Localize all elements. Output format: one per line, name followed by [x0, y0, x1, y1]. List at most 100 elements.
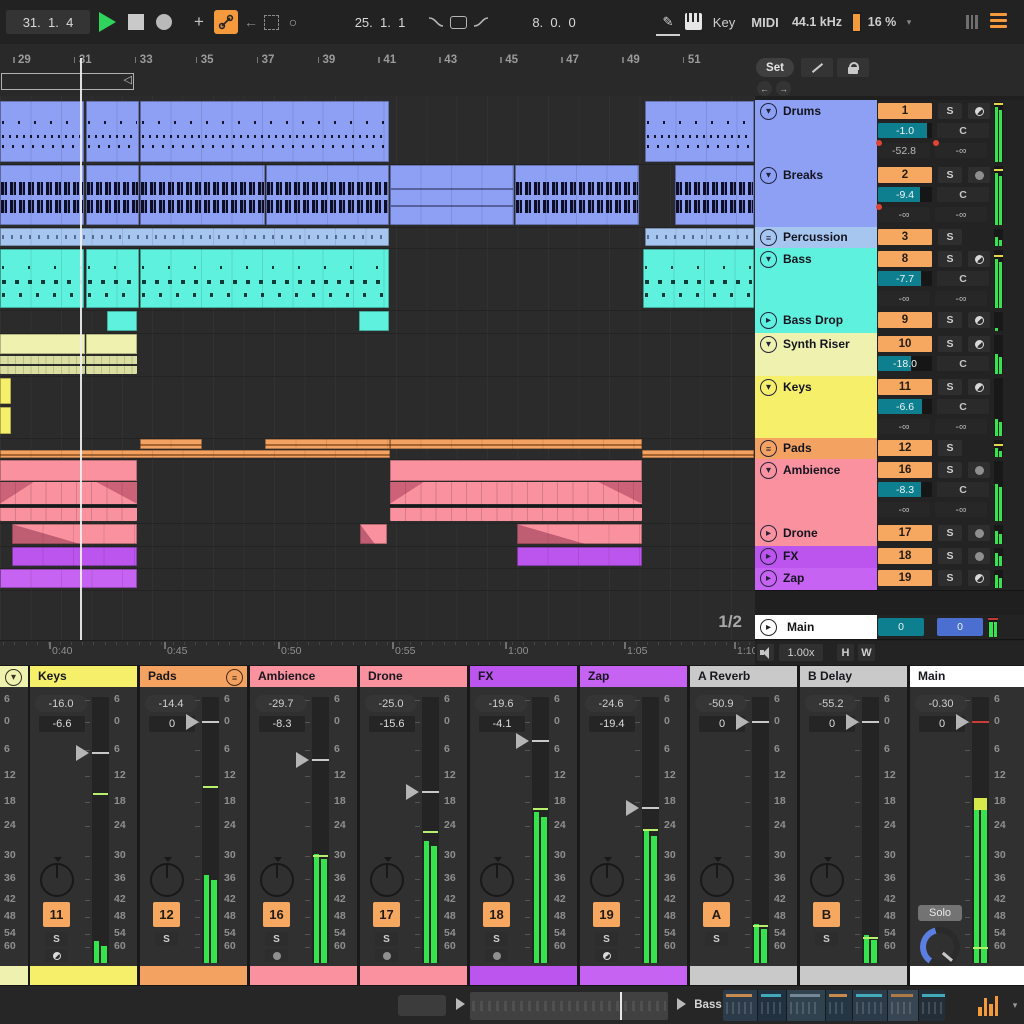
peak-level-display[interactable]: -55.2: [805, 695, 857, 712]
volume-value-box[interactable]: -4.1: [479, 716, 525, 732]
volume-value-box[interactable]: -15.6: [369, 716, 415, 732]
track-number-badge[interactable]: 9: [878, 312, 932, 328]
mixer-tab-ambience[interactable]: Ambience: [250, 666, 357, 687]
clip-drums[interactable]: [140, 101, 389, 162]
mixer-tab-b-delay[interactable]: B Delay: [800, 666, 907, 687]
volume-slider[interactable]: -9.4: [878, 187, 932, 202]
fader-handle[interactable]: [296, 752, 309, 768]
zoom-width-button[interactable]: W: [858, 644, 875, 661]
volume-slider[interactable]: -1.0: [878, 123, 932, 138]
solo-button-disabled[interactable]: Solo: [918, 905, 962, 921]
unfold-icon[interactable]: ▾: [760, 379, 777, 396]
track-name-cell[interactable]: ▾Synth Riser: [755, 333, 877, 376]
device-chain-thumbnail[interactable]: [723, 990, 945, 1021]
arm-button[interactable]: [968, 251, 990, 267]
track-number-badge[interactable]: 11: [43, 902, 70, 927]
send-a-dial[interactable]: -∞: [878, 291, 930, 306]
arm-button[interactable]: [45, 949, 68, 962]
track-name-cell[interactable]: ≡Pads: [755, 438, 877, 459]
fader-handle[interactable]: [626, 800, 639, 816]
unfold-icon[interactable]: ▾: [760, 336, 777, 353]
fader-slot[interactable]: [422, 697, 439, 963]
arm-button[interactable]: [375, 949, 398, 962]
clip-fx[interactable]: [12, 547, 137, 566]
track-name-cell[interactable]: ▸Zap: [755, 568, 877, 590]
peak-level-display[interactable]: -19.6: [475, 695, 527, 712]
fold-icon[interactable]: ▸: [760, 525, 777, 542]
solo-button[interactable]: S: [938, 379, 962, 395]
track-name-cell[interactable]: ▸Bass Drop: [755, 310, 877, 333]
arm-button[interactable]: [968, 570, 990, 586]
solo-button[interactable]: S: [705, 932, 728, 946]
peak-level-display[interactable]: -50.9: [695, 695, 747, 712]
clip-breaks[interactable]: [266, 165, 389, 225]
arm-button[interactable]: [968, 379, 990, 395]
solo-button[interactable]: S: [815, 932, 838, 946]
fader-slot[interactable]: [92, 697, 109, 963]
track-number-badge[interactable]: 18: [483, 902, 510, 927]
solo-button[interactable]: S: [938, 251, 962, 267]
send-b-dial[interactable]: -∞: [935, 502, 987, 517]
pan-dial[interactable]: C: [937, 356, 989, 371]
send-a-dial[interactable]: -∞: [878, 207, 930, 222]
pan-knob[interactable]: [260, 863, 294, 897]
arm-button[interactable]: [595, 949, 618, 962]
solo-button[interactable]: S: [595, 932, 618, 946]
clip-drums[interactable]: [0, 101, 84, 162]
clip-ambience[interactable]: [390, 460, 642, 521]
solo-button[interactable]: S: [938, 440, 962, 456]
clip-synth-riser[interactable]: [0, 334, 85, 374]
clip-drone[interactable]: [360, 524, 387, 544]
clip-zap[interactable]: [0, 569, 137, 588]
volume-value-box[interactable]: -19.4: [589, 716, 635, 732]
clip-preview-thumbnail[interactable]: [470, 992, 668, 1020]
track-name-cell[interactable]: ▾Ambience: [755, 459, 877, 523]
solo-button[interactable]: S: [938, 548, 962, 564]
send-a-dial[interactable]: -∞: [878, 502, 930, 517]
pan-dial[interactable]: C: [937, 399, 989, 414]
track-number-badge[interactable]: 12: [878, 440, 932, 456]
clip-drone[interactable]: [12, 524, 137, 544]
track-number-badge[interactable]: A: [703, 902, 730, 927]
send-b-dial[interactable]: -∞: [935, 143, 987, 158]
solo-button[interactable]: S: [938, 229, 962, 245]
solo-button[interactable]: S: [938, 336, 962, 352]
clip-fx[interactable]: [517, 547, 642, 566]
send-b-dial[interactable]: -∞: [935, 291, 987, 306]
clip-keys[interactable]: [0, 407, 11, 434]
track-number-badge[interactable]: 17: [373, 902, 400, 927]
pan-dial[interactable]: C: [937, 187, 989, 202]
arm-button[interactable]: [265, 949, 288, 962]
fold-icon[interactable]: ▸: [760, 548, 777, 565]
clip-pads[interactable]: [642, 450, 754, 458]
clip-bass[interactable]: [86, 249, 139, 308]
solo-button[interactable]: S: [938, 525, 962, 541]
clip-synth-riser[interactable]: [86, 334, 137, 374]
track-number-badge[interactable]: 17: [878, 525, 932, 541]
fader-handle[interactable]: [186, 714, 199, 730]
group-icon[interactable]: ≡: [760, 229, 777, 246]
solo-button[interactable]: S: [938, 103, 962, 119]
track-number-badge[interactable]: 19: [593, 902, 620, 927]
mixer-tab-zap[interactable]: Zap: [580, 666, 687, 687]
mixer-tab-fx[interactable]: FX: [470, 666, 577, 687]
volume-value-box[interactable]: -6.6: [39, 716, 85, 732]
track-number-badge[interactable]: B: [813, 902, 840, 927]
zoom-factor-display[interactable]: 1.00x: [779, 644, 823, 661]
arm-button[interactable]: [968, 336, 990, 352]
clip-pads[interactable]: [140, 439, 202, 449]
group-icon[interactable]: ≡: [760, 440, 777, 457]
track-name-cell[interactable]: ▾Drums: [755, 100, 877, 164]
track-number-badge[interactable]: 3: [878, 229, 932, 245]
track-number-badge[interactable]: 12: [153, 902, 180, 927]
time-ruler[interactable]: 0:400:450:500:551:001:051:10: [0, 640, 755, 665]
mixer-tab-pads[interactable]: Pads≡: [140, 666, 247, 687]
clip-breaks[interactable]: [515, 165, 639, 225]
volume-slider[interactable]: -8.3: [878, 482, 932, 497]
fader-slot[interactable]: [752, 697, 769, 963]
clip-pads[interactable]: [0, 450, 390, 458]
send-b-dial[interactable]: -∞: [935, 207, 987, 222]
unfold-icon[interactable]: ▾: [5, 669, 22, 686]
clip-bass[interactable]: [140, 249, 389, 308]
unfold-icon[interactable]: ▾: [760, 251, 777, 268]
